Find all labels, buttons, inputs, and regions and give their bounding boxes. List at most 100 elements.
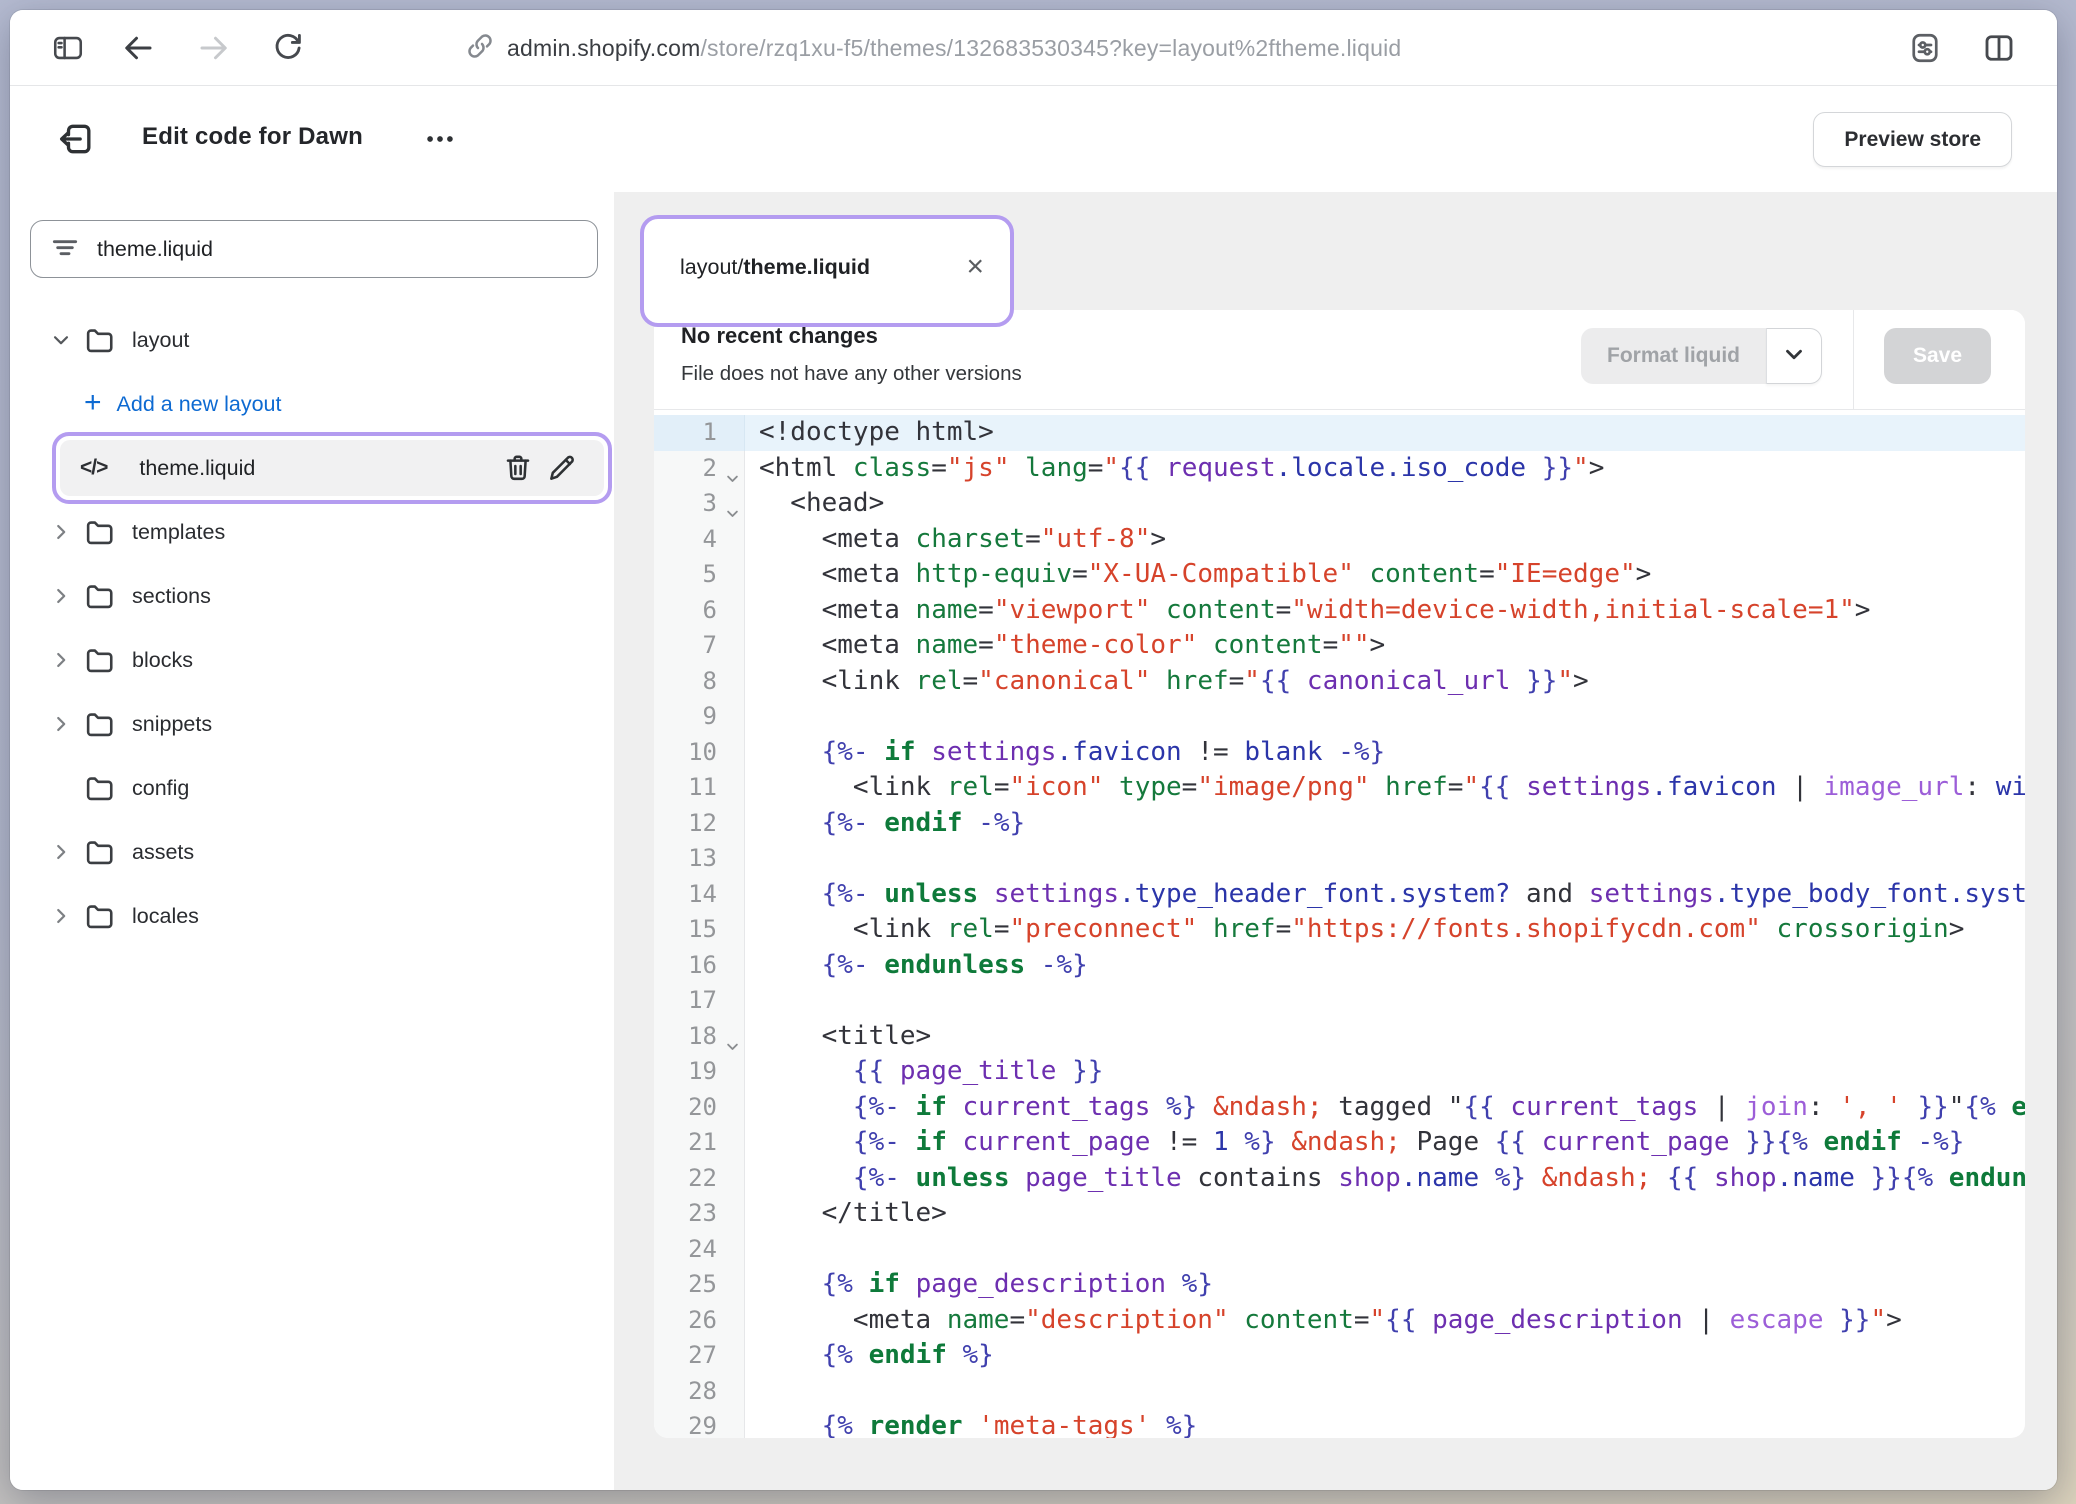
line-number[interactable]: 8 [654,664,745,700]
chevron-down-icon[interactable] [46,329,76,351]
line-number[interactable]: 23 [654,1196,745,1232]
url-host: admin.shopify.com [507,35,700,61]
code-line-10[interactable]: 10 {%- if settings.favicon != blank -%} [654,735,2025,771]
sidebar-item-config[interactable]: config [10,756,614,820]
line-number[interactable]: 2 [654,451,745,487]
code-line-23[interactable]: 23 </title> [654,1196,2025,1232]
line-number[interactable]: 19 [654,1054,745,1090]
format-liquid-label[interactable]: Format liquid [1581,328,1766,384]
line-number[interactable]: 11 [654,770,745,806]
code-line-16[interactable]: 16 {%- endunless -%} [654,948,2025,984]
code-line-28[interactable]: 28 [654,1374,2025,1410]
tab-theme-liquid[interactable]: layout/theme.liquid × [640,215,1014,327]
reload-icon[interactable] [268,28,308,68]
chevron-right-icon[interactable] [46,713,76,735]
code-line-24[interactable]: 24 [654,1232,2025,1268]
save-button[interactable]: Save [1884,328,1991,384]
line-number[interactable]: 12 [654,806,745,842]
line-number[interactable]: 27 [654,1338,745,1374]
line-number[interactable]: 18 [654,1019,745,1055]
sidebar-item-templates[interactable]: templates [10,500,614,564]
chevron-right-icon[interactable] [46,905,76,927]
close-tab-icon[interactable]: × [966,252,984,282]
page-settings-icon[interactable] [1905,28,1945,68]
sidebar-item-layout[interactable]: layout [10,308,614,372]
forward-arrow-icon[interactable] [194,28,234,68]
chevron-right-icon[interactable] [46,585,76,607]
sidebar-item-locales[interactable]: locales [10,884,614,948]
chevron-right-icon[interactable] [46,649,76,671]
line-number[interactable]: 24 [654,1232,745,1268]
code-line-12[interactable]: 12 {%- endif -%} [654,806,2025,842]
code-line-2[interactable]: 2<html class="js" lang="{{ request.local… [654,451,2025,487]
line-number[interactable]: 16 [654,948,745,984]
format-liquid-button[interactable]: Format liquid [1581,328,1822,384]
sidebar-item-snippets[interactable]: snippets [10,692,614,756]
line-number[interactable]: 29 [654,1409,745,1438]
more-options-button[interactable] [414,115,466,163]
line-number[interactable]: 1 [654,415,745,451]
code-line-8[interactable]: 8 <link rel="canonical" href="{{ canonic… [654,664,2025,700]
line-number[interactable]: 6 [654,593,745,629]
line-number[interactable]: 5 [654,557,745,593]
split-view-icon[interactable] [1979,28,2019,68]
back-arrow-icon[interactable] [118,28,158,68]
line-number[interactable]: 7 [654,628,745,664]
line-number[interactable]: 3 [654,486,745,522]
code-line-5[interactable]: 5 <meta http-equiv="X-UA-Compatible" con… [654,557,2025,593]
code-line-14[interactable]: 14 {%- unless settings.type_header_font.… [654,877,2025,913]
code-line-4[interactable]: 4 <meta charset="utf-8"> [654,522,2025,558]
code-line-18[interactable]: 18 <title> [654,1019,2025,1055]
code-line-1[interactable]: 1<!doctype html> [654,415,2025,451]
preview-store-button[interactable]: Preview store [1813,112,2012,167]
line-number[interactable]: 28 [654,1374,745,1410]
code-line-7[interactable]: 7 <meta name="theme-color" content=""> [654,628,2025,664]
line-number[interactable]: 13 [654,841,745,877]
line-number[interactable]: 10 [654,735,745,771]
line-number[interactable]: 15 [654,912,745,948]
search-value: theme.liquid [97,237,213,262]
code-line-21[interactable]: 21 {%- if current_page != 1 %} &ndash; P… [654,1125,2025,1161]
code-line-6[interactable]: 6 <meta name="viewport" content="width=d… [654,593,2025,629]
line-number[interactable]: 14 [654,877,745,913]
sidebar-item-assets[interactable]: assets [10,820,614,884]
code-line-15[interactable]: 15 <link rel="preconnect" href="https://… [654,912,2025,948]
sidebar-item-sections[interactable]: sections [10,564,614,628]
code-line-3[interactable]: 3 <head> [654,486,2025,522]
format-options-dropdown[interactable] [1766,328,1822,384]
sidebar-toggle-icon[interactable] [48,28,88,68]
sidebar-item-theme.liquid[interactable]: </>theme.liquid [10,436,614,500]
code-line-26[interactable]: 26 <meta name="description" content="{{ … [654,1303,2025,1339]
code-line-9[interactable]: 9 [654,699,2025,735]
code-line-17[interactable]: 17 [654,983,2025,1019]
line-number[interactable]: 25 [654,1267,745,1303]
url-bar[interactable]: admin.shopify.com/store/rzq1xu-f5/themes… [507,35,1401,62]
trash-icon[interactable] [496,446,540,490]
code-area[interactable]: 1<!doctype html>2<html class="js" lang="… [654,411,2025,1438]
code-editor-panel: No recent changes File does not have any… [654,310,2025,1438]
code-line-25[interactable]: 25 {% if page_description %} [654,1267,2025,1303]
sidebar-item-add-a-new-layout[interactable]: +Add a new layout [10,372,614,436]
chevron-right-icon[interactable] [46,841,76,863]
line-number[interactable]: 22 [654,1161,745,1197]
code-line-13[interactable]: 13 [654,841,2025,877]
code-line-22[interactable]: 22 {%- unless page_title contains shop.n… [654,1161,2025,1197]
line-number[interactable]: 26 [654,1303,745,1339]
line-number[interactable]: 20 [654,1090,745,1126]
chevron-right-icon[interactable] [46,521,76,543]
sidebar-item-blocks[interactable]: blocks [10,628,614,692]
line-number[interactable]: 9 [654,699,745,735]
code-line-29[interactable]: 29 {% render 'meta-tags' %} [654,1409,2025,1438]
pencil-icon[interactable] [540,446,584,490]
code-line-27[interactable]: 27 {% endif %} [654,1338,2025,1374]
exit-editor-icon[interactable] [52,115,100,163]
code-line-20[interactable]: 20 {%- if current_tags %} &ndash; tagged… [654,1090,2025,1126]
line-number[interactable]: 4 [654,522,745,558]
file-tree: layout+Add a new layout</>theme.liquidte… [10,308,614,948]
line-number[interactable]: 17 [654,983,745,1019]
code-line-19[interactable]: 19 {{ page_title }} [654,1054,2025,1090]
search-input[interactable]: theme.liquid [30,220,598,278]
code-line-11[interactable]: 11 <link rel="icon" type="image/png" hre… [654,770,2025,806]
selected-file-highlight[interactable]: </>theme.liquid [52,432,612,504]
line-number[interactable]: 21 [654,1125,745,1161]
